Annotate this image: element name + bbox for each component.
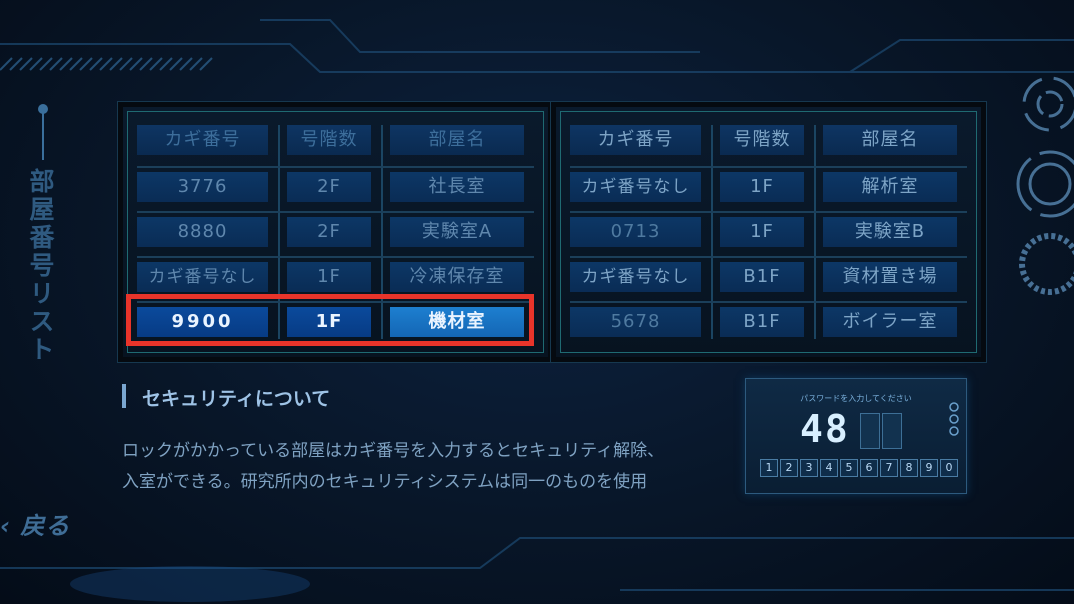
section-title: セキュリティについて [142, 388, 331, 410]
section-accent-bar [122, 384, 126, 408]
header-key-number: カギ番号 [570, 125, 701, 155]
floor-cell: 2F [287, 217, 371, 247]
keypad-key: 7 [880, 459, 898, 477]
empty-digit-slot [860, 413, 880, 449]
keypad-key: 0 [940, 459, 958, 477]
floor-cell: B1F [720, 307, 804, 337]
floor-cell: 1F [287, 262, 371, 292]
room-name-cell: 冷凍保存室 [390, 262, 524, 292]
key-number-cell: カギ番号なし [570, 172, 701, 202]
description-line: 入室ができる。研究所内のセキュリティシステムは同一のものを使用 [122, 472, 648, 492]
description-line: ロックがかかっている部屋はカギ番号を入力するとセキュリティ解除、 [122, 441, 665, 461]
keypad-keys: 1 2 3 4 5 6 7 8 9 0 [760, 459, 958, 477]
key-number-cell: カギ番号なし [570, 262, 701, 292]
key-number-cell: 5678 [570, 307, 701, 337]
back-label: 戻る [20, 512, 71, 540]
key-number-cell: カギ番号なし [137, 262, 268, 292]
header-room-name: 部屋名 [823, 125, 957, 155]
keypad-key: 9 [920, 459, 938, 477]
keypad-key: 1 [760, 459, 778, 477]
selection-highlight [126, 294, 534, 346]
key-number-cell: 0713 [570, 217, 701, 247]
empty-digit-slot [882, 413, 902, 449]
keypad-key: 5 [840, 459, 858, 477]
header-floor: 号階数 [287, 125, 371, 155]
room-name-cell: 実験室A [390, 217, 524, 247]
room-name-cell: 解析室 [823, 172, 957, 202]
key-number-cell: 3776 [137, 172, 268, 202]
header-floor: 号階数 [720, 125, 804, 155]
room-table-right: カギ番号 号階数 部屋名 カギ番号なし 1F 解析室 0713 1F 実験室B … [551, 102, 986, 362]
key-number-cell: 8880 [137, 217, 268, 247]
keypad-key: 4 [820, 459, 838, 477]
header-room-name: 部屋名 [390, 125, 524, 155]
keypad-illustration: パスワードを入力してください 48 1 2 3 4 5 6 7 8 9 0 [745, 378, 967, 494]
keypad-key: 6 [860, 459, 878, 477]
page-title: 部屋番号リスト [26, 168, 55, 364]
room-name-cell: 資材置き場 [823, 262, 957, 292]
floor-cell: 1F [720, 172, 804, 202]
floor-cell: 1F [720, 217, 804, 247]
keypad-entered-digits: 48 [800, 407, 850, 451]
keypad-key: 3 [800, 459, 818, 477]
chevron-left-icon: ‹ [0, 512, 11, 540]
back-button[interactable]: ‹ 戻る [0, 506, 70, 541]
room-name-cell: 社長室 [390, 172, 524, 202]
room-name-cell: 実験室B [823, 217, 957, 247]
floor-cell: 2F [287, 172, 371, 202]
room-name-cell: ボイラー室 [823, 307, 957, 337]
title-line [42, 108, 44, 160]
floor-cell: B1F [720, 262, 804, 292]
keypad-key: 2 [780, 459, 798, 477]
ring-icon [949, 402, 959, 436]
keypad-prompt: パスワードを入力してください [800, 394, 912, 403]
header-key-number: カギ番号 [137, 125, 268, 155]
keypad-key: 8 [900, 459, 918, 477]
section-description: ロックがかかっている部屋はカギ番号を入力するとセキュリティ解除、 入室ができる。… [122, 436, 664, 498]
